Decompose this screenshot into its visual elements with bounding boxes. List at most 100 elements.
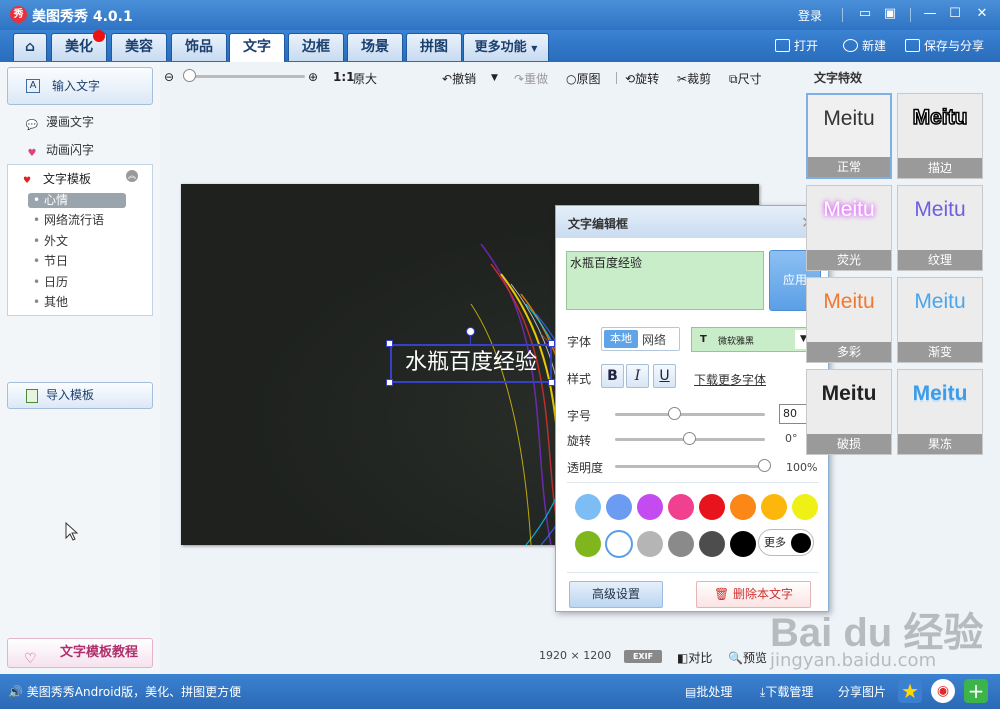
compare-button[interactable]: ◧对比 xyxy=(677,649,712,666)
zoom-ratio[interactable]: 1:1 xyxy=(333,70,355,84)
qzone-star-icon[interactable]: ★ xyxy=(898,679,922,703)
tab-text[interactable]: 文字 xyxy=(229,33,285,62)
new-button[interactable]: 新建 xyxy=(843,37,886,54)
text-content-input[interactable]: 水瓶百度经验 xyxy=(566,251,764,310)
undo-button[interactable]: ↶撤销 xyxy=(442,70,476,87)
color-swatch[interactable] xyxy=(605,530,633,558)
tab-home[interactable]: ⌂ xyxy=(13,33,47,61)
zoom-slider-handle[interactable] xyxy=(183,69,196,82)
template-item[interactable]: 日历 xyxy=(28,275,126,290)
rotation-handle[interactable] xyxy=(466,327,475,336)
effect-tile[interactable]: Meitu 破损 xyxy=(806,369,892,455)
effect-tile[interactable]: Meitu 果冻 xyxy=(897,369,983,455)
color-swatch[interactable] xyxy=(575,531,601,557)
open-button[interactable]: 打开 xyxy=(775,37,818,54)
opacity-slider-track[interactable] xyxy=(615,465,765,468)
rotate-slider-handle[interactable] xyxy=(683,432,696,445)
font-local-option[interactable]: 本地 xyxy=(604,330,638,348)
comic-text-link[interactable]: 💬 漫画文字 xyxy=(24,113,94,134)
opacity-slider-handle[interactable] xyxy=(758,459,771,472)
template-item[interactable]: 其他 xyxy=(28,295,126,310)
color-swatch[interactable] xyxy=(792,494,818,520)
crop-button[interactable]: ✂裁剪 xyxy=(677,70,711,87)
animated-text-link[interactable]: ♥ 动画闪字 xyxy=(24,141,95,162)
tab-collage[interactable]: 拼图 xyxy=(406,33,462,61)
effect-tile[interactable]: Meitu 多彩 xyxy=(806,277,892,363)
effect-tile[interactable]: Meitu 描边 xyxy=(897,93,983,179)
tab-beauty[interactable]: 美容 xyxy=(111,33,167,61)
font-select[interactable]: T 微软雅黑 ▼ xyxy=(691,327,813,352)
preview-button[interactable]: 🔍预览 xyxy=(728,649,767,666)
maximize-icon[interactable]: ☐ xyxy=(945,5,965,23)
undo-dropdown-icon[interactable]: ▼ xyxy=(491,73,498,83)
batch-process-button[interactable]: ▤批处理 xyxy=(685,683,732,700)
collapse-icon[interactable]: ︽ xyxy=(126,170,138,182)
color-swatch[interactable] xyxy=(637,494,663,520)
template-item[interactable]: 心情 xyxy=(28,193,126,208)
color-swatch[interactable] xyxy=(637,531,663,557)
tab-scene[interactable]: 场景 xyxy=(347,33,403,61)
italic-button[interactable]: I xyxy=(626,364,649,388)
effect-tile[interactable]: Meitu 荧光 xyxy=(806,185,892,271)
text-template-header[interactable]: ♥ 文字模板 xyxy=(23,170,91,187)
zoom-in-icon[interactable]: ⊕ xyxy=(308,70,318,84)
minimize-icon[interactable]: — xyxy=(920,5,940,23)
canvas-text-object[interactable]: 水瓶百度经验 xyxy=(390,344,552,383)
download-more-fonts-link[interactable]: 下载更多字体 xyxy=(694,371,766,388)
tab-accessories[interactable]: 饰品 xyxy=(171,33,227,61)
resize-button[interactable]: ⧉尺寸 xyxy=(729,70,762,87)
template-item[interactable]: 外文 xyxy=(28,234,126,249)
resize-handle[interactable] xyxy=(386,340,393,347)
zoom-out-icon[interactable]: ⊖ xyxy=(164,70,174,84)
download-manager-button[interactable]: ⤓下载管理 xyxy=(760,683,813,700)
preview-label: 预览 xyxy=(742,651,767,665)
original-button[interactable]: ○原图 xyxy=(566,70,601,87)
effect-tile[interactable]: Meitu 正常 xyxy=(806,93,892,179)
share-image-button[interactable]: 分享图片 xyxy=(838,683,886,700)
status-message[interactable]: 🔊 美图秀秀Android版，美化、拼图更方便 xyxy=(8,683,241,700)
input-text-button[interactable]: A 输入文字 xyxy=(7,67,153,105)
feedback-icon[interactable]: ▭ xyxy=(855,5,875,23)
advanced-settings-button[interactable]: 高级设置 xyxy=(569,581,663,608)
status-message-text: 美图秀秀Android版，美化、拼图更方便 xyxy=(26,685,242,699)
bold-button[interactable]: B xyxy=(601,364,624,388)
resize-handle[interactable] xyxy=(548,379,555,386)
color-swatch[interactable] xyxy=(668,494,694,520)
weibo-icon[interactable]: ◉ xyxy=(931,679,955,703)
tab-more-features[interactable]: 更多功能 ▼ xyxy=(463,33,549,61)
rotate-button[interactable]: ⟲旋转 xyxy=(625,70,659,87)
save-share-button[interactable]: 保存与分享 xyxy=(905,37,984,54)
color-swatch[interactable] xyxy=(699,494,725,520)
menu-icon[interactable]: ▣ xyxy=(880,5,900,23)
add-plus-icon[interactable]: + xyxy=(964,679,988,703)
app-title: 美图秀秀 4.0.1 xyxy=(32,9,133,25)
effect-tile[interactable]: Meitu 渐变 xyxy=(897,277,983,363)
effect-tile[interactable]: Meitu 纹理 xyxy=(897,185,983,271)
size-slider-handle[interactable] xyxy=(668,407,681,420)
resize-handle[interactable] xyxy=(548,340,555,347)
template-item[interactable]: 节日 xyxy=(28,254,126,269)
tab-frame[interactable]: 边框 xyxy=(288,33,344,61)
close-icon[interactable]: ✕ xyxy=(972,5,992,23)
color-swatch[interactable] xyxy=(730,494,756,520)
color-swatch[interactable] xyxy=(668,531,694,557)
exif-button[interactable]: EXIF xyxy=(624,650,662,663)
text-template-tutorial-button[interactable]: ♡ 文字模板教程 xyxy=(7,638,153,668)
font-network-option[interactable]: 网络 xyxy=(642,331,666,348)
import-template-button[interactable]: 导入模板 xyxy=(7,382,153,409)
more-colors-button[interactable]: 更多 xyxy=(758,529,814,556)
dialog-header[interactable]: 文字编辑框 ✕ xyxy=(556,206,828,238)
resize-handle[interactable] xyxy=(386,379,393,386)
size-slider-track[interactable] xyxy=(615,413,765,416)
color-swatch[interactable] xyxy=(606,494,632,520)
login-link[interactable]: 登录 xyxy=(798,7,822,24)
color-swatch[interactable] xyxy=(575,494,601,520)
original-size-button[interactable]: 原大 xyxy=(353,70,377,87)
underline-button[interactable]: U xyxy=(653,364,676,388)
template-item[interactable]: 网络流行语 xyxy=(28,213,126,228)
zoom-slider-track[interactable] xyxy=(187,75,305,78)
color-swatch[interactable] xyxy=(730,531,756,557)
redo-button[interactable]: ↷重做 xyxy=(514,70,548,87)
color-swatch[interactable] xyxy=(761,494,787,520)
color-swatch[interactable] xyxy=(699,531,725,557)
